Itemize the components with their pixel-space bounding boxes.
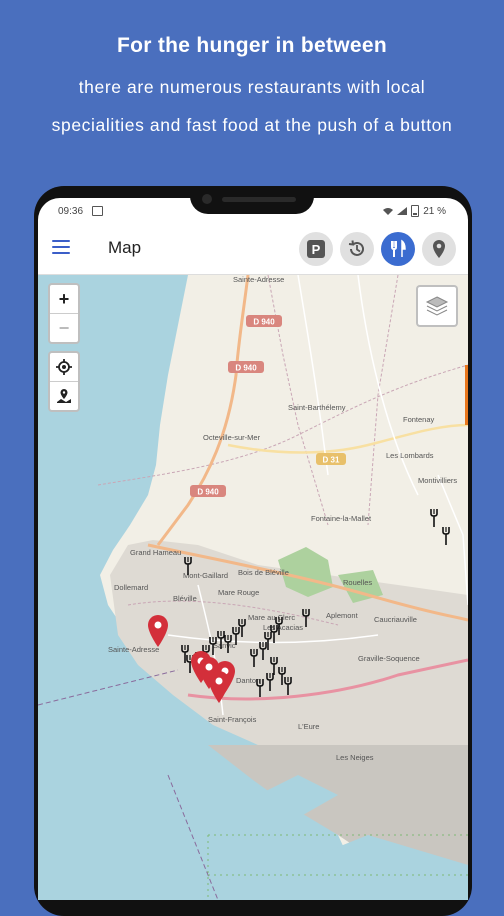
place-label: Les Lombards: [386, 451, 434, 460]
road-shield-4: D 31: [316, 453, 346, 465]
parking-icon: P: [307, 240, 325, 258]
place-label: Grand Hameau: [130, 548, 181, 557]
road-shield-2: D 940: [228, 361, 264, 373]
place-label: Montivilliers: [418, 476, 457, 485]
place-label: Mare Rouge: [218, 588, 259, 597]
zoom-in-button[interactable]: +: [50, 285, 78, 313]
status-time: 09:36: [58, 206, 84, 217]
road-shield-3: D 940: [190, 485, 226, 497]
map-view[interactable]: D 940 D 940 D 940 D 31 Sainte-Adresse Oc…: [38, 275, 468, 900]
wifi-icon: [383, 208, 394, 215]
history-icon: [348, 240, 364, 256]
svg-text:D 31: D 31: [323, 456, 340, 465]
restaurant-icon: [391, 239, 406, 257]
svg-text:D 940: D 940: [235, 364, 257, 373]
battery-icon: [411, 205, 420, 217]
crosshair-icon: [56, 359, 72, 375]
place-label: L'Eure: [298, 722, 319, 731]
layers-icon: [425, 296, 449, 316]
scroll-indicator: [465, 365, 468, 425]
map-canvas[interactable]: D 940 D 940 D 940 D 31 Sainte-Adresse Oc…: [38, 275, 468, 900]
locate-me-button[interactable]: [50, 353, 78, 381]
map-pin-icon: [57, 389, 71, 403]
place-label: Aplemont: [326, 611, 359, 620]
place-label: Fontenay: [403, 415, 435, 424]
places-filter-button[interactable]: [422, 232, 456, 266]
parking-filter-button[interactable]: P: [299, 232, 333, 266]
history-filter-button[interactable]: [340, 232, 374, 266]
page-title: Map: [108, 238, 142, 257]
restaurant-filter-button[interactable]: [381, 232, 415, 266]
place-label: Bois de Bléville: [238, 568, 289, 577]
svg-text:P: P: [312, 242, 321, 257]
phone-notch: [190, 186, 314, 214]
place-label: Les Neiges: [336, 753, 374, 762]
place-label: Saint-Barthélemy: [288, 403, 346, 412]
place-label: Graville-Soquence: [358, 654, 420, 663]
zoom-out-button[interactable]: −: [50, 313, 78, 342]
place-label: Mont-Gaillard: [183, 571, 228, 580]
promo-subtitle-line2: specialities and fast food at the push o…: [51, 115, 453, 135]
svg-text:D 940: D 940: [197, 488, 219, 497]
phone-screen: 09:36 21 % Map P D 940 D 940 D 940 D 31 …: [38, 198, 468, 900]
place-label: Mare au Clerc: [248, 613, 295, 622]
app-bar: Map P: [38, 224, 468, 275]
place-label: Octeville-sur-Mer: [203, 433, 261, 442]
place-label: Fontaine-la-Mallet: [311, 514, 372, 523]
zoom-control: + −: [48, 283, 80, 344]
location-control: [48, 351, 80, 412]
promo-headline: For the hunger in between: [116, 34, 387, 57]
road-shield-1: D 940: [246, 315, 282, 327]
svg-text:D 940: D 940: [253, 318, 275, 327]
place-label: Sainte-Adresse: [108, 645, 159, 654]
place-label: Dollemard: [114, 583, 148, 592]
message-icon: [92, 206, 103, 216]
battery-level: 21 %: [423, 205, 446, 217]
place-label: Sainte-Adresse: [233, 275, 284, 284]
cell-signal-icon: [397, 207, 408, 215]
place-label: Rouelles: [343, 578, 372, 587]
promo-subtitle-line1: there are numerous restaurants with loca…: [78, 77, 426, 97]
place-label: Saint-François: [208, 715, 257, 724]
map-mode-button[interactable]: [50, 381, 78, 410]
place-label: Caucriauville: [374, 615, 417, 624]
layers-button[interactable]: [416, 285, 458, 327]
place-label: Les Acacias: [263, 623, 303, 632]
location-pin-icon: [433, 240, 445, 258]
menu-icon[interactable]: [52, 240, 70, 254]
place-label: Bléville: [173, 594, 197, 603]
